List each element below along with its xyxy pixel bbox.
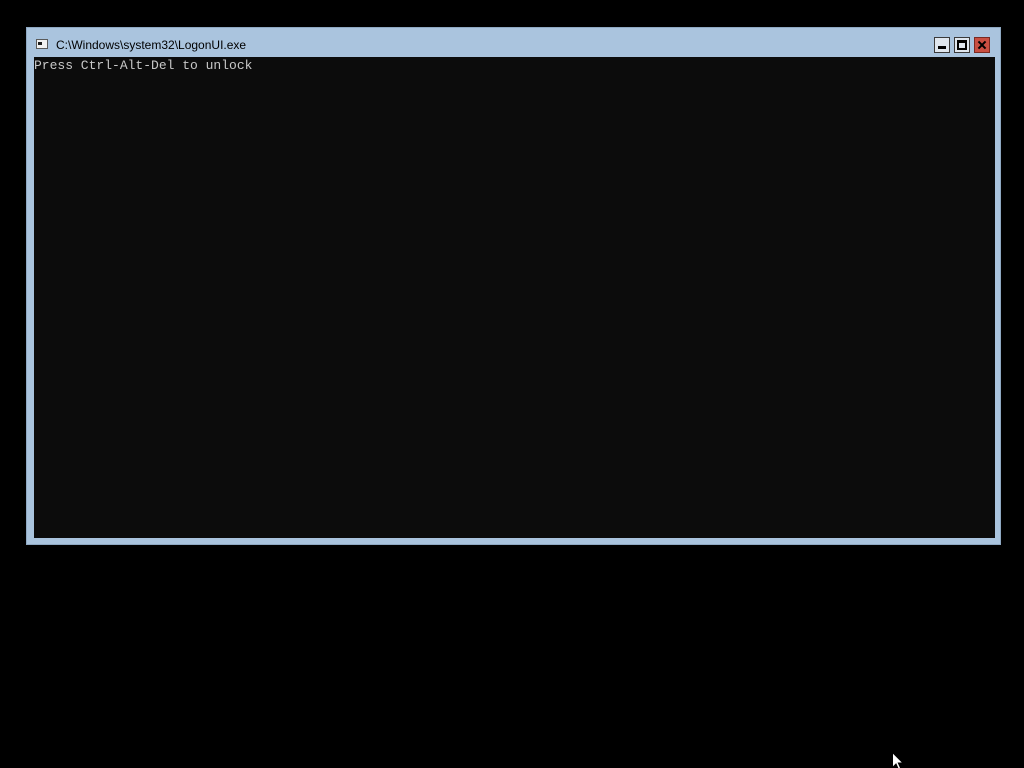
- minimize-button[interactable]: [934, 37, 950, 53]
- arrow-cursor-icon: [892, 752, 904, 768]
- console-app-icon[interactable]: [36, 39, 48, 49]
- maximize-icon: [957, 40, 967, 50]
- desktop-background: C:\Windows\system32\LogonUI.exe Press Ct…: [0, 0, 1024, 768]
- console-text-line: Press Ctrl-Alt-Del to unlock: [34, 58, 253, 73]
- console-output-area[interactable]: Press Ctrl-Alt-Del to unlock: [34, 57, 995, 538]
- maximize-button[interactable]: [954, 37, 970, 53]
- window-title: C:\Windows\system32\LogonUI.exe: [56, 38, 247, 52]
- minimize-icon: [938, 46, 946, 49]
- title-bar[interactable]: C:\Windows\system32\LogonUI.exe: [27, 28, 1000, 57]
- close-button[interactable]: [974, 37, 990, 53]
- console-window: C:\Windows\system32\LogonUI.exe Press Ct…: [26, 27, 1001, 545]
- close-icon: [975, 38, 989, 52]
